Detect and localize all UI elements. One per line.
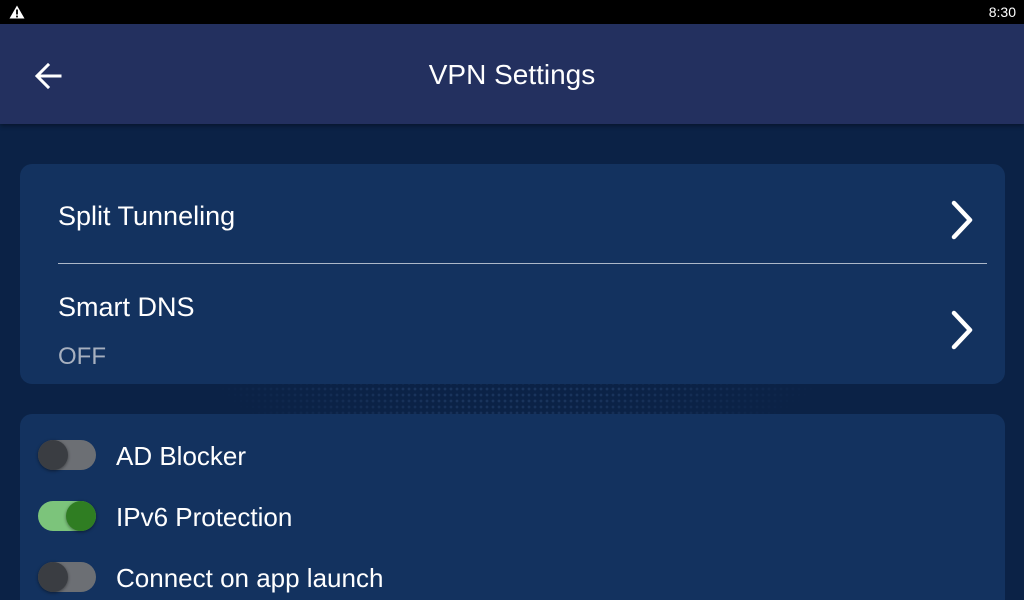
vpn-settings-screen: 8:30 VPN Settings Split Tunneling Smart … bbox=[0, 0, 1024, 600]
app-bar: VPN Settings bbox=[0, 24, 1024, 124]
chevron-right-icon bbox=[951, 310, 973, 350]
smart-dns-label: Smart DNS bbox=[58, 292, 195, 322]
toggles-card: AD Blocker IPv6 Protection Connect on ap… bbox=[20, 414, 1005, 600]
split-tunneling-item[interactable]: Split Tunneling bbox=[20, 164, 1005, 264]
back-button[interactable] bbox=[30, 58, 66, 94]
chevron-right-icon bbox=[951, 200, 973, 240]
page-title: VPN Settings bbox=[428, 59, 596, 90]
connect-on-launch-row[interactable]: Connect on app launch bbox=[20, 550, 1005, 600]
toggle-thumb bbox=[38, 440, 68, 470]
ipv6-protection-row[interactable]: IPv6 Protection bbox=[20, 489, 1005, 549]
smart-dns-item[interactable]: Smart DNS OFF bbox=[20, 265, 1005, 384]
toggle-thumb bbox=[66, 501, 96, 531]
ipv6-protection-label: IPv6 Protection bbox=[116, 502, 293, 532]
ad-blocker-toggle[interactable] bbox=[38, 440, 96, 470]
divider bbox=[58, 263, 987, 264]
smart-dns-status: OFF bbox=[58, 343, 106, 370]
navigation-card: Split Tunneling Smart DNS OFF bbox=[20, 164, 1005, 384]
connect-on-launch-label: Connect on app launch bbox=[116, 563, 384, 593]
split-tunneling-label: Split Tunneling bbox=[58, 201, 236, 231]
connect-on-launch-toggle[interactable] bbox=[38, 562, 96, 592]
warning-triangle-icon bbox=[9, 5, 25, 19]
ipv6-protection-toggle[interactable] bbox=[38, 501, 96, 531]
status-time: 8:30 bbox=[988, 4, 1016, 20]
toggle-thumb bbox=[38, 562, 68, 592]
ad-blocker-label: AD Blocker bbox=[116, 441, 247, 471]
status-bar: 8:30 bbox=[0, 0, 1024, 24]
ad-blocker-row[interactable]: AD Blocker bbox=[20, 428, 1005, 488]
arrow-left-icon bbox=[34, 62, 62, 90]
